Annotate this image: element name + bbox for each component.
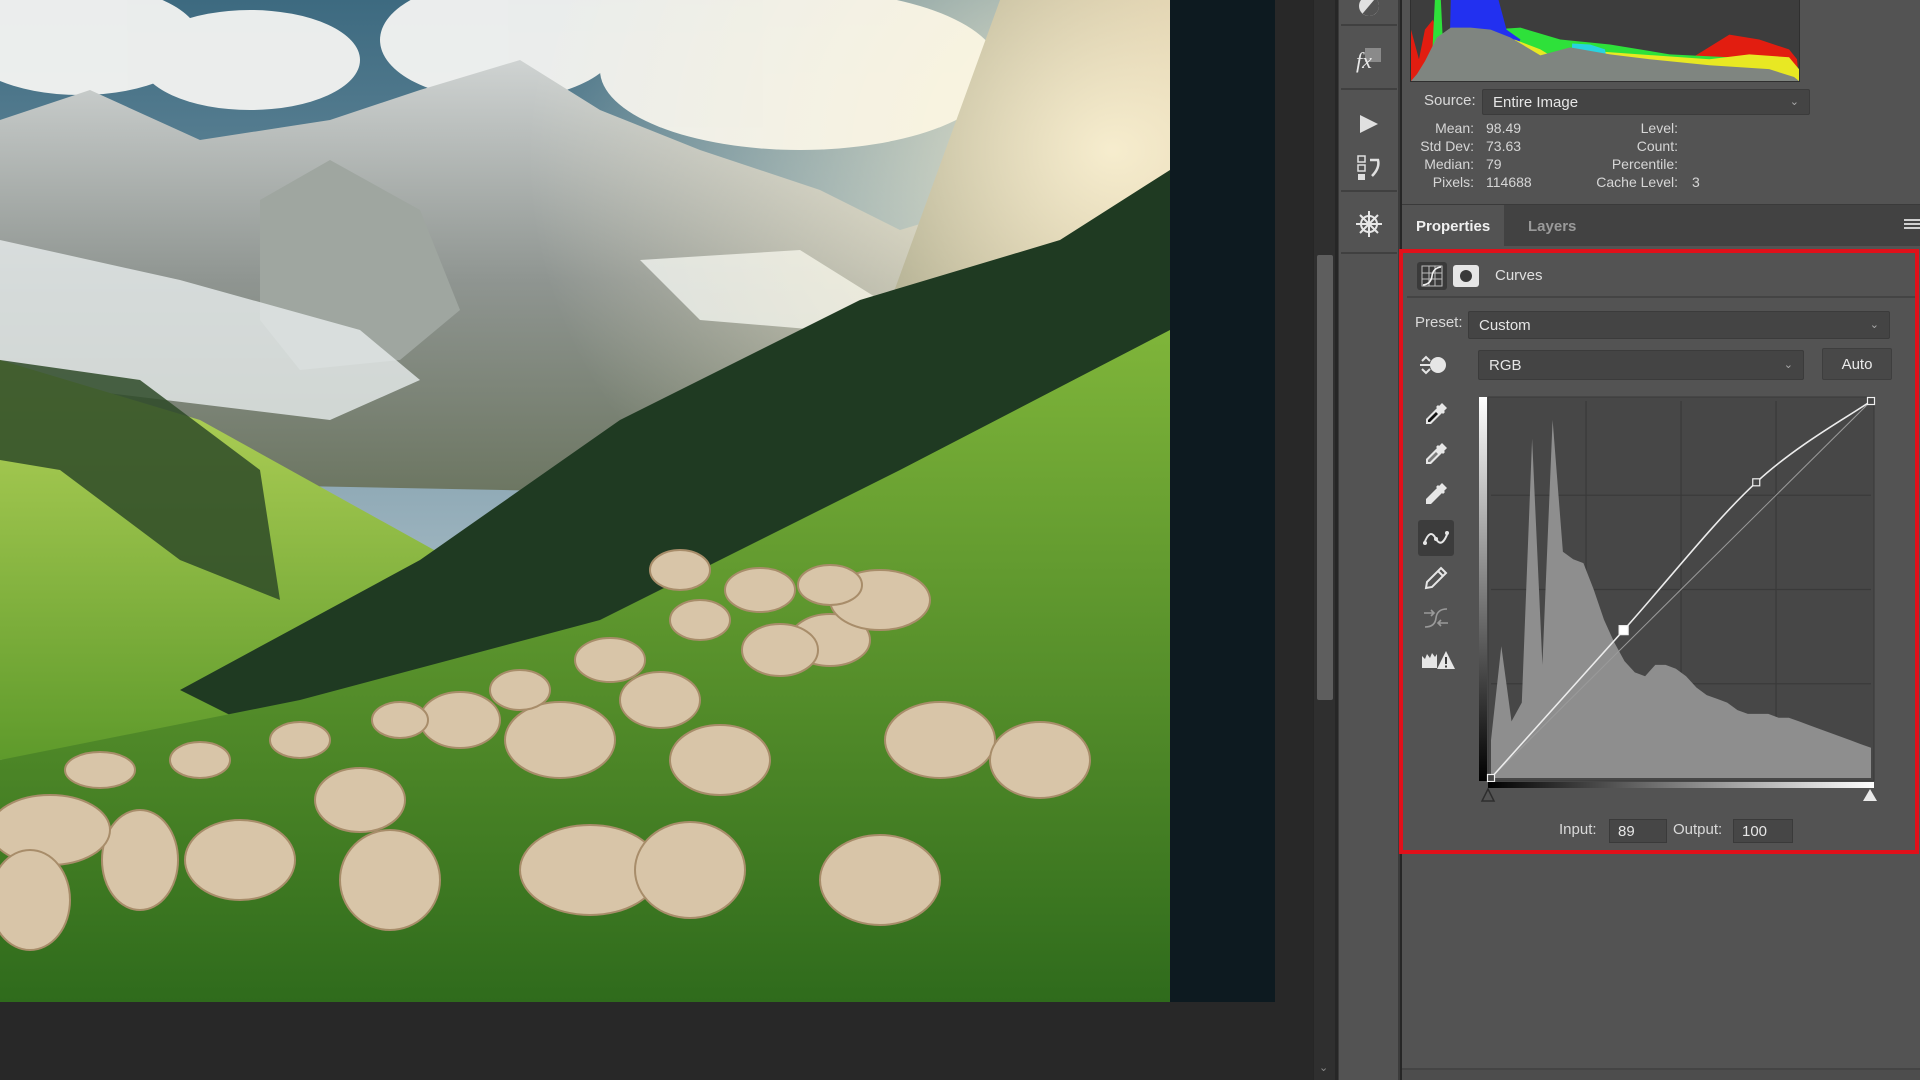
adjustments-icon[interactable] bbox=[1341, 0, 1397, 22]
preset-select[interactable]: Custom ⌄ bbox=[1468, 311, 1890, 339]
panel-icon-dock: fx bbox=[1338, 0, 1400, 1080]
cache-level-value: 3 bbox=[1692, 174, 1700, 190]
chevron-down-icon: ⌄ bbox=[1869, 318, 1879, 331]
panel-menu-icon[interactable] bbox=[1904, 219, 1920, 231]
canvas-pasteboard bbox=[1170, 0, 1275, 1002]
output-gradient-bar bbox=[1479, 397, 1487, 781]
curves-graph-svg[interactable] bbox=[1479, 396, 1877, 802]
gray-point-eyedropper-icon[interactable] bbox=[1418, 436, 1454, 472]
curves-title: Curves bbox=[1495, 267, 1543, 284]
preset-label: Preset: bbox=[1415, 314, 1463, 331]
input-label: Input: bbox=[1559, 821, 1597, 838]
panel-bottom-bar bbox=[1402, 1068, 1920, 1080]
tab-layers[interactable]: Layers bbox=[1514, 205, 1590, 247]
auto-button[interactable]: Auto bbox=[1822, 348, 1892, 380]
fx-styles-icon[interactable]: fx bbox=[1341, 28, 1397, 90]
canvas-vertical-scrollbar[interactable]: ⌄ bbox=[1313, 0, 1335, 1080]
histogram-display bbox=[1410, 0, 1800, 82]
curve-point[interactable] bbox=[1752, 478, 1761, 487]
source-label: Source: bbox=[1424, 92, 1476, 109]
source-select-value: Entire Image bbox=[1493, 93, 1579, 111]
curve-point-selected[interactable] bbox=[1618, 625, 1629, 636]
level-label: Level: bbox=[1640, 120, 1678, 136]
document-workspace bbox=[0, 0, 1315, 1080]
source-row: Source: bbox=[1424, 92, 1476, 109]
count-label: Count: bbox=[1636, 138, 1678, 154]
cache-level-label: Cache Level: bbox=[1596, 174, 1678, 190]
pencil-draw-icon[interactable] bbox=[1418, 560, 1454, 596]
mean-value: 98.49 bbox=[1486, 120, 1522, 136]
scrollbar-thumb[interactable] bbox=[1317, 255, 1333, 700]
tab-properties[interactable]: Properties bbox=[1402, 205, 1505, 247]
source-select[interactable]: Entire Image ⌄ bbox=[1482, 89, 1810, 115]
auto-button-label: Auto bbox=[1841, 355, 1873, 373]
layer-mask-icon[interactable] bbox=[1453, 265, 1479, 287]
on-image-adjustment-icon[interactable] bbox=[1418, 352, 1450, 378]
curves-header: Curves bbox=[1407, 256, 1915, 298]
curve-point[interactable] bbox=[1486, 773, 1496, 783]
play-action-icon[interactable] bbox=[1341, 100, 1397, 148]
mountain-sheep-photo bbox=[0, 0, 1170, 1002]
chevron-down-icon: ⌄ bbox=[1783, 358, 1793, 371]
std-dev-label: Std Dev: bbox=[1420, 138, 1474, 154]
output-field[interactable]: 100 bbox=[1733, 819, 1793, 843]
histogram-chart bbox=[1411, 0, 1799, 81]
preset-select-value: Custom bbox=[1479, 316, 1531, 334]
curves-adjustment-icon[interactable] bbox=[1417, 262, 1447, 290]
svg-text:fx: fx bbox=[1356, 48, 1372, 73]
scroll-down-arrow-icon[interactable]: ⌄ bbox=[1319, 1061, 1328, 1074]
input-gradient-bar bbox=[1488, 782, 1874, 788]
smooth-curve-icon[interactable] bbox=[1418, 600, 1454, 636]
tab-layers-label: Layers bbox=[1528, 217, 1577, 235]
percentile-label: Percentile: bbox=[1611, 156, 1678, 172]
compass-icon[interactable] bbox=[1341, 194, 1397, 254]
median-label: Median: bbox=[1424, 156, 1474, 172]
mean-label: Mean: bbox=[1435, 120, 1474, 136]
median-value: 79 bbox=[1486, 156, 1502, 172]
output-field-value: 100 bbox=[1742, 822, 1768, 840]
input-field-value: 89 bbox=[1618, 822, 1635, 840]
black-point-eyedropper-icon[interactable] bbox=[1418, 396, 1454, 432]
input-field[interactable]: 89 bbox=[1609, 819, 1667, 843]
channel-select[interactable]: RGB ⌄ bbox=[1478, 350, 1804, 380]
output-label: Output: bbox=[1673, 821, 1723, 838]
std-dev-value: 73.63 bbox=[1486, 138, 1522, 154]
photoshop-window: ⌄ fx Source: Entire Image ⌄ Mean: 98.49 … bbox=[0, 0, 1920, 1080]
curve-points-icon[interactable] bbox=[1418, 520, 1454, 556]
history-icon[interactable] bbox=[1341, 148, 1397, 188]
white-point-eyedropper-icon[interactable] bbox=[1418, 476, 1454, 512]
channel-select-value: RGB bbox=[1489, 356, 1522, 374]
document-canvas-image[interactable] bbox=[0, 0, 1170, 1002]
pixels-value: 114688 bbox=[1486, 174, 1532, 190]
curve-point[interactable] bbox=[1866, 396, 1876, 406]
curves-graph[interactable] bbox=[1479, 396, 1877, 802]
chevron-down-icon: ⌄ bbox=[1789, 95, 1799, 108]
panel-tabs: Properties Layers bbox=[1402, 204, 1920, 247]
pixels-label: Pixels: bbox=[1432, 174, 1474, 190]
tab-properties-label: Properties bbox=[1416, 217, 1491, 235]
clipping-warning-icon[interactable] bbox=[1418, 642, 1458, 678]
